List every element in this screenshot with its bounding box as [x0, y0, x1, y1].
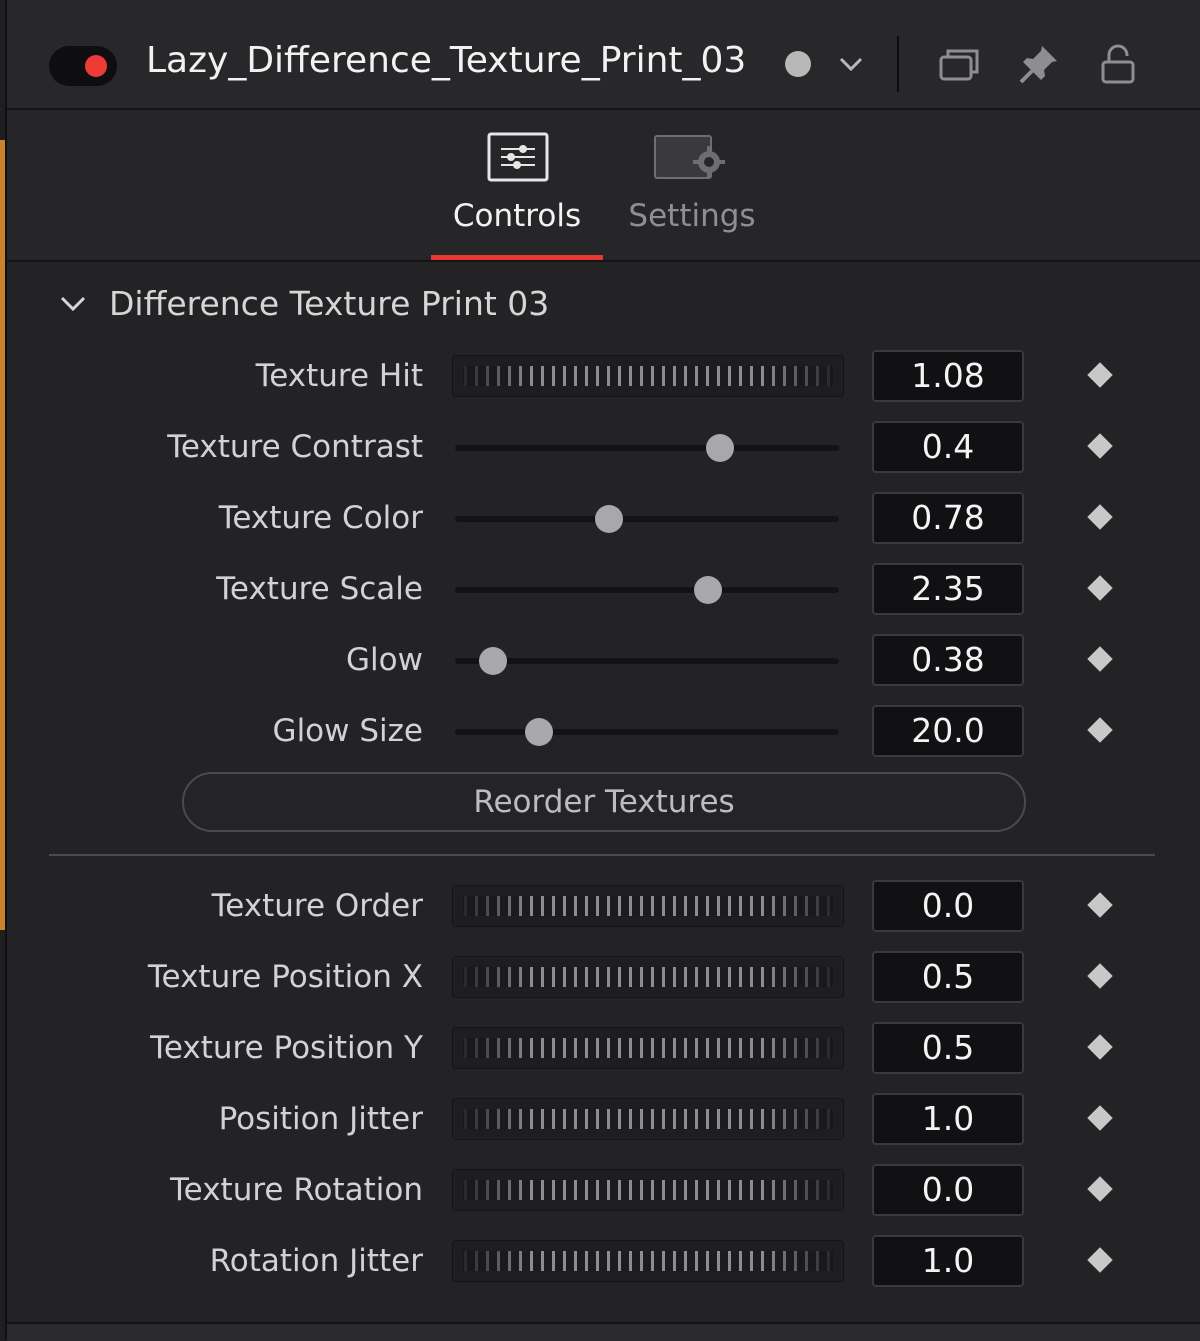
- param-label: Texture Order: [211, 888, 423, 924]
- keyframe-diamond-icon[interactable]: [1087, 433, 1113, 459]
- section-title: Difference Texture Print 03: [109, 284, 550, 323]
- param-label: Texture Scale: [216, 571, 423, 607]
- collapse-chevron-icon: [60, 296, 86, 312]
- texture-scale-slider-track[interactable]: [455, 587, 839, 593]
- glow-size-slider-track[interactable]: [455, 729, 839, 735]
- node-title: Lazy_Difference_Texture_Print_03: [146, 40, 747, 81]
- param-row-texture-color: Texture Color 0.78: [7, 492, 1200, 550]
- sliders-icon: [487, 132, 549, 182]
- param-row-texture-hit: Texture Hit 1.08: [7, 350, 1200, 408]
- keyframe-diamond-icon[interactable]: [1087, 1105, 1113, 1131]
- keyframe-diamond-icon[interactable]: [1087, 362, 1113, 388]
- glow-value-field[interactable]: 0.38: [872, 634, 1024, 686]
- texture-hit-thumbwheel[interactable]: [452, 355, 844, 397]
- tab-controls[interactable]: Controls: [431, 110, 603, 260]
- param-row-texture-contrast: Texture Contrast 0.4: [7, 421, 1200, 479]
- tab-controls-label: Controls: [452, 198, 582, 234]
- active-tab-underline: [431, 255, 603, 260]
- header-separator: [897, 36, 899, 92]
- node-enable-toggle[interactable]: [49, 46, 117, 86]
- texture-contrast-value-field[interactable]: 0.4: [872, 421, 1024, 473]
- param-label: Texture Contrast: [167, 429, 423, 465]
- param-label: Texture Color: [218, 500, 423, 536]
- param-row-texture-position-x: Texture Position X 0.5: [7, 951, 1200, 1009]
- keyframe-diamond-icon[interactable]: [1087, 1247, 1113, 1273]
- texture-rotation-value-field[interactable]: 0.0: [872, 1164, 1024, 1216]
- texture-order-value-field[interactable]: 0.0: [872, 880, 1024, 932]
- texture-position-y-value-field[interactable]: 0.5: [872, 1022, 1024, 1074]
- versions-icon[interactable]: [935, 40, 983, 88]
- param-label: Texture Position X: [147, 959, 423, 995]
- param-row-texture-scale: Texture Scale 2.35: [7, 563, 1200, 621]
- param-label: Rotation Jitter: [209, 1243, 423, 1279]
- texture-position-x-thumbwheel[interactable]: [452, 956, 844, 998]
- keyframe-diamond-icon[interactable]: [1087, 717, 1113, 743]
- param-label: Glow: [346, 642, 423, 678]
- keyframe-diamond-icon[interactable]: [1087, 892, 1113, 918]
- param-row-texture-position-y: Texture Position Y 0.5: [7, 1022, 1200, 1080]
- glow-size-slider-thumb[interactable]: [525, 718, 554, 746]
- texture-scale-value-field[interactable]: 2.35: [872, 563, 1024, 615]
- param-label: Glow Size: [272, 713, 423, 749]
- param-row-position-jitter: Position Jitter 1.0: [7, 1093, 1200, 1151]
- keyframe-diamond-icon[interactable]: [1087, 963, 1113, 989]
- keyframe-diamond-icon[interactable]: [1087, 646, 1113, 672]
- tab-settings-label: Settings: [628, 198, 756, 234]
- reorder-textures-button[interactable]: Reorder Textures: [182, 772, 1026, 832]
- texture-contrast-slider-track[interactable]: [455, 445, 839, 451]
- rotation-jitter-thumbwheel[interactable]: [452, 1240, 844, 1282]
- controls-content: Difference Texture Print 03 Texture Hit 1…: [7, 262, 1200, 1322]
- chevron-down-icon[interactable]: [833, 46, 869, 82]
- texture-hit-value-field[interactable]: 1.08: [872, 350, 1024, 402]
- node-header: Lazy_Difference_Texture_Print_03: [7, 0, 1200, 110]
- position-jitter-thumbwheel[interactable]: [452, 1098, 844, 1140]
- keyframe-diamond-icon[interactable]: [1087, 1034, 1113, 1060]
- param-row-glow: Glow 0.38: [7, 634, 1200, 692]
- glow-size-value-field[interactable]: 20.0: [872, 705, 1024, 757]
- position-jitter-value-field[interactable]: 1.0: [872, 1093, 1024, 1145]
- tab-settings[interactable]: Settings: [617, 110, 767, 260]
- param-label: Position Jitter: [218, 1101, 423, 1137]
- inspector-panel: Lazy_Difference_Texture_Print_03 Control…: [0, 0, 1200, 1341]
- node-color-dot[interactable]: [785, 51, 811, 77]
- lock-icon[interactable]: [1095, 40, 1143, 88]
- texture-position-y-thumbwheel[interactable]: [452, 1027, 844, 1069]
- texture-contrast-slider-thumb[interactable]: [705, 434, 734, 462]
- texture-order-thumbwheel[interactable]: [452, 885, 844, 927]
- param-row-glow-size: Glow Size 20.0: [7, 705, 1200, 763]
- enable-indicator-dot: [85, 55, 107, 77]
- texture-rotation-thumbwheel[interactable]: [452, 1169, 844, 1211]
- settings-gear-icon: [654, 135, 725, 179]
- panel-footer: [7, 1322, 1200, 1341]
- texture-color-value-field[interactable]: 0.78: [872, 492, 1024, 544]
- texture-color-slider-thumb[interactable]: [594, 505, 623, 533]
- glow-slider-thumb[interactable]: [479, 647, 508, 675]
- inspector-tabs: Controls Settings: [7, 110, 1200, 262]
- rotation-jitter-value-field[interactable]: 1.0: [872, 1235, 1024, 1287]
- pin-icon[interactable]: [1015, 40, 1063, 88]
- keyframe-diamond-icon[interactable]: [1087, 1176, 1113, 1202]
- param-label: Texture Position Y: [150, 1030, 423, 1066]
- keyframe-diamond-icon[interactable]: [1087, 575, 1113, 601]
- texture-position-x-value-field[interactable]: 0.5: [872, 951, 1024, 1003]
- param-row-texture-order: Texture Order 0.0: [7, 880, 1200, 938]
- texture-scale-slider-thumb[interactable]: [694, 576, 723, 604]
- param-label: Texture Rotation: [170, 1172, 423, 1208]
- section-divider: [49, 854, 1155, 856]
- param-label: Texture Hit: [255, 358, 423, 394]
- param-row-texture-rotation: Texture Rotation 0.0: [7, 1164, 1200, 1222]
- keyframe-diamond-icon[interactable]: [1087, 504, 1113, 530]
- glow-slider-track[interactable]: [455, 658, 839, 664]
- texture-color-slider-track[interactable]: [455, 516, 839, 522]
- param-row-rotation-jitter: Rotation Jitter 1.0: [7, 1235, 1200, 1293]
